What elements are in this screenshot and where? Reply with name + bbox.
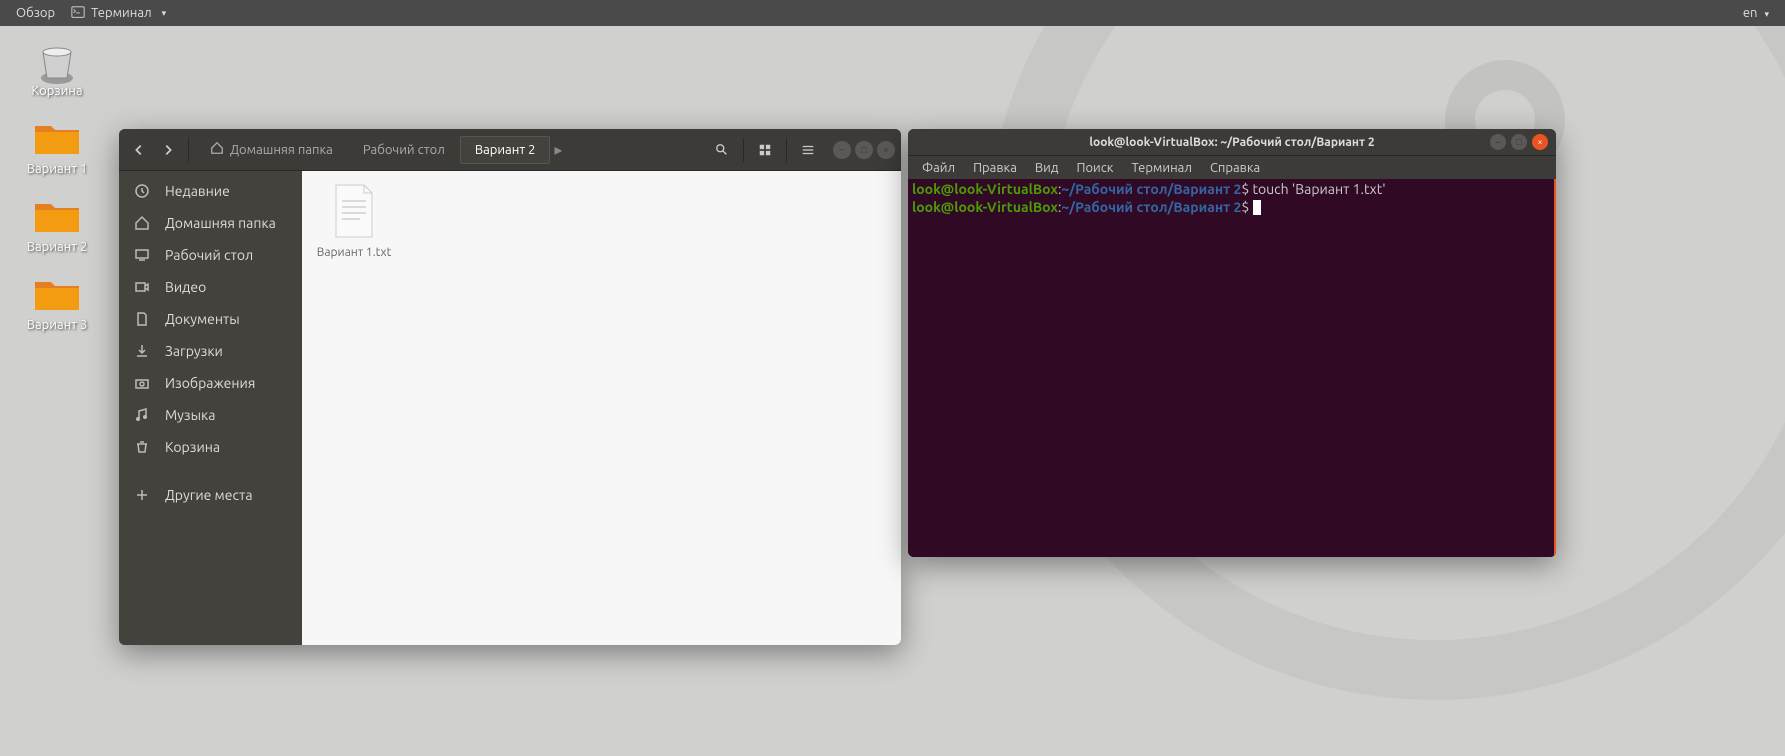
sidebar-item-pictures[interactable]: Изображения (119, 367, 302, 399)
home-icon (210, 141, 224, 158)
folder-desktop-icon[interactable]: Вариант 2 (12, 196, 102, 254)
search-button[interactable] (707, 135, 737, 165)
sidebar-item-recent[interactable]: Недавние (119, 175, 302, 207)
terminal-body[interactable]: look@look-VirtualBox:~/Рабочий стол/Вари… (908, 179, 1556, 557)
menu-help[interactable]: Справка (1202, 159, 1268, 177)
trash-icon (33, 40, 81, 80)
minimize-button[interactable]: – (833, 141, 851, 159)
activities-button[interactable]: Обзор (8, 6, 63, 20)
terminal-line: look@look-VirtualBox:~/Рабочий стол/Вари… (912, 199, 1552, 217)
sidebar-item-home[interactable]: Домашняя папка (119, 207, 302, 239)
top-panel: Обзор Терминал ▾ en ▾ (0, 0, 1785, 26)
maximize-button[interactable]: □ (855, 141, 873, 159)
sidebar-item-videos[interactable]: Видео (119, 271, 302, 303)
sidebar-item-other-locations[interactable]: Другие места (119, 479, 302, 511)
home-icon (133, 214, 151, 232)
breadcrumb-segment-current[interactable]: Вариант 2 (460, 136, 551, 164)
desktop-icon-label: Вариант 1 (12, 162, 102, 176)
desktop-icon-label: Вариант 3 (12, 318, 102, 332)
sidebar-item-music[interactable]: Музыка (119, 399, 302, 431)
trash-icon (133, 438, 151, 456)
terminal-scrollbar[interactable] (1554, 179, 1556, 557)
menu-search[interactable]: Поиск (1068, 159, 1121, 177)
plus-icon (133, 486, 151, 504)
chevron-down-icon: ▾ (162, 8, 167, 19)
document-icon (133, 310, 151, 328)
terminal-line: look@look-VirtualBox:~/Рабочий стол/Вари… (912, 181, 1552, 199)
music-icon (133, 406, 151, 424)
terminal-icon (71, 5, 85, 22)
folder-desktop-icon[interactable]: Вариант 1 (12, 118, 102, 176)
folder-icon (33, 274, 81, 314)
close-button[interactable]: × (1532, 134, 1548, 150)
terminal-title: look@look-VirtualBox: ~/Рабочий стол/Вар… (908, 136, 1556, 149)
close-button[interactable]: × (877, 141, 895, 159)
folder-icon (33, 118, 81, 158)
folder-icon (33, 196, 81, 236)
desktop-icon (133, 246, 151, 264)
desktop-icon-label: Вариант 2 (12, 240, 102, 254)
keyboard-layout-indicator[interactable]: en ▾ (1735, 6, 1777, 20)
terminal-window: look@look-VirtualBox: ~/Рабочий стол/Вар… (908, 129, 1556, 557)
clock-icon (133, 182, 151, 200)
video-icon (133, 278, 151, 296)
menu-terminal[interactable]: Терминал (1123, 159, 1199, 177)
maximize-button[interactable]: □ (1511, 134, 1527, 150)
minimize-button[interactable]: – (1490, 134, 1506, 150)
breadcrumb-more[interactable]: ▸ (550, 140, 566, 159)
chevron-down-icon: ▾ (1764, 9, 1769, 19)
terminal-cursor (1253, 200, 1261, 215)
sidebar-item-trash[interactable]: Корзина (119, 431, 302, 463)
nautilus-window: Домашняя папка Рабочий стол Вариант 2 ▸ … (119, 129, 901, 645)
nautilus-sidebar: Недавние Домашняя папка Рабочий стол Вид… (119, 171, 302, 645)
back-button[interactable] (125, 136, 153, 164)
trash-desktop-icon[interactable]: Корзина (12, 40, 102, 98)
file-item[interactable]: Вариант 1.txt (314, 183, 394, 261)
menu-edit[interactable]: Правка (965, 159, 1025, 177)
desktop-icon-label: Корзина (12, 84, 102, 98)
terminal-titlebar[interactable]: look@look-VirtualBox: ~/Рабочий стол/Вар… (908, 129, 1556, 155)
sidebar-item-downloads[interactable]: Загрузки (119, 335, 302, 367)
app-menu[interactable]: Терминал ▾ (63, 5, 174, 22)
menu-file[interactable]: Файл (914, 159, 963, 177)
sidebar-item-documents[interactable]: Документы (119, 303, 302, 335)
app-menu-label: Терминал (91, 6, 151, 20)
folder-desktop-icon[interactable]: Вариант 3 (12, 274, 102, 332)
nautilus-content-area[interactable]: Вариант 1.txt (302, 171, 901, 645)
nautilus-headerbar: Домашняя папка Рабочий стол Вариант 2 ▸ … (119, 129, 901, 171)
path-bar: Домашняя папка Рабочий стол Вариант 2 ▸ (195, 134, 705, 165)
hamburger-menu-button[interactable] (793, 135, 823, 165)
menu-view[interactable]: Вид (1027, 159, 1067, 177)
sidebar-item-desktop[interactable]: Рабочий стол (119, 239, 302, 271)
desktop-icons: Корзина Вариант 1 Вариант 2 Вариант 3 (12, 40, 102, 332)
forward-button[interactable] (154, 136, 182, 164)
terminal-menubar: Файл Правка Вид Поиск Терминал Справка (908, 155, 1556, 179)
file-label: Вариант 1.txt (314, 245, 394, 261)
text-file-icon (330, 183, 378, 239)
breadcrumb-segment[interactable]: Рабочий стол (348, 136, 460, 164)
camera-icon (133, 374, 151, 392)
view-toggle-button[interactable] (750, 135, 780, 165)
breadcrumb-home[interactable]: Домашняя папка (195, 134, 348, 165)
download-icon (133, 342, 151, 360)
